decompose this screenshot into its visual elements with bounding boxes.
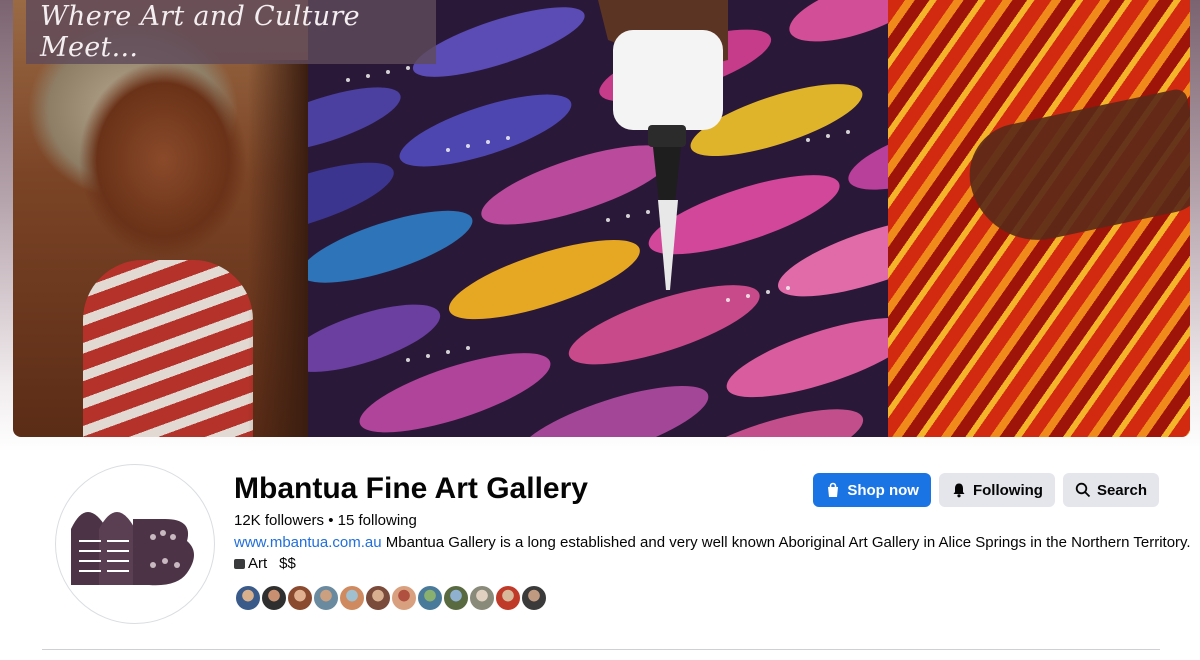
gallery-logo [71,512,194,586]
shop-now-button[interactable]: Shop now [813,473,931,507]
follower-avatar[interactable] [338,584,366,612]
category[interactable]: Art [234,555,267,572]
follower-avatar[interactable] [390,584,418,612]
search-icon [1075,482,1091,498]
website-link[interactable]: www.mbantua.com.au [234,534,382,551]
body-paint-stripes [83,260,253,437]
search-label: Search [1096,481,1147,499]
bell-icon [953,483,965,498]
following-button[interactable]: Following [938,473,1055,507]
cover-banner-text: Where Art and Culture Meet... [40,1,360,63]
search-button[interactable]: Search [1062,473,1159,507]
follower-avatar[interactable] [494,584,522,612]
cover-artist-portrait [13,0,308,437]
follower-avatar[interactable] [364,584,392,612]
followers-count[interactable]: 12K followers [234,512,324,529]
price-range: $$ [279,555,296,572]
following-count[interactable]: 15 following [338,512,417,529]
page-title: Mbantua Fine Art Gallery [234,472,588,505]
page-bio: www.mbantua.com.au Mbantua Gallery is a … [234,534,1191,551]
shopping-bag-icon [828,482,839,497]
painter-hand [960,87,1190,253]
follower-avatar[interactable] [234,584,262,612]
shop-now-label: Shop now [847,481,919,499]
follower-avatar[interactable] [520,584,548,612]
page-actions: Shop now Following Search [813,473,1159,507]
page-meta: Art $$ [234,555,296,572]
cover-dot-painting [308,0,888,437]
follower-avatar[interactable] [312,584,340,612]
follower-avatar[interactable] [468,584,496,612]
bio-text: Mbantua Gallery is a long established an… [381,534,1191,551]
cover-area: Where Art and Culture Meet... [0,0,1200,452]
cover-fire-painting [888,0,1190,437]
follow-stats: 12K followers • 15 following [234,512,417,529]
profile-avatar[interactable] [55,464,215,624]
follower-avatar[interactable] [442,584,470,612]
section-divider [42,649,1160,650]
dot-painting-art [308,0,888,437]
follower-avatar[interactable] [416,584,444,612]
follower-avatar[interactable] [260,584,288,612]
cover-banner: Where Art and Culture Meet... [26,0,436,64]
following-label: Following [972,481,1043,499]
follower-avatars[interactable] [234,584,548,612]
follower-avatar[interactable] [286,584,314,612]
bag-icon [234,558,245,569]
cover-photo[interactable] [13,0,1190,437]
category-label: Art [248,555,268,572]
